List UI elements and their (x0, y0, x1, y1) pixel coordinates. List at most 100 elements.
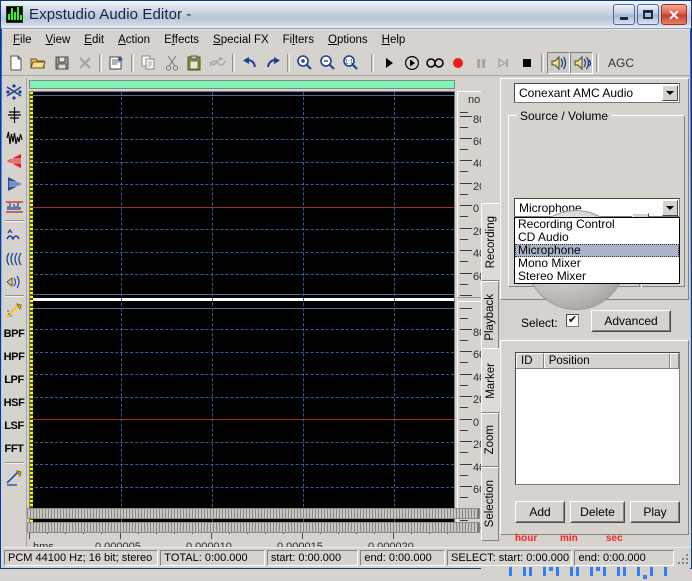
loop-icon[interactable] (423, 52, 446, 74)
ruler-tick (460, 116, 472, 117)
minimize-button[interactable] (613, 4, 635, 25)
fade-out-icon[interactable] (3, 172, 26, 195)
tab-zoom[interactable]: Zoom (481, 413, 499, 467)
properties-icon[interactable] (105, 52, 128, 74)
ruler-tick (460, 239, 468, 240)
marker-list[interactable]: ID Position (515, 352, 680, 485)
echo-icon[interactable] (3, 224, 26, 247)
ruler-tick (460, 149, 468, 150)
marker-col-id[interactable]: ID (516, 353, 544, 368)
new-icon[interactable] (4, 52, 27, 74)
play-step-icon[interactable] (492, 52, 515, 74)
equalizer-icon[interactable] (3, 195, 26, 218)
fade-in-icon[interactable] (3, 149, 26, 172)
tab-marker[interactable]: Marker (481, 348, 500, 413)
toolbar-separator (99, 53, 102, 72)
menu-action[interactable]: Action (111, 32, 157, 48)
menu-options[interactable]: Options (321, 32, 375, 48)
device-combo-arrow[interactable] (662, 85, 678, 101)
copy-icon[interactable] (137, 52, 160, 74)
zoom-full-icon[interactable]: 1:1 (339, 52, 362, 74)
dropdown-option[interactable]: Stereo Mixer (515, 270, 679, 283)
lsf-button[interactable]: LSF (3, 414, 26, 437)
close-file-icon[interactable] (73, 52, 96, 74)
play-all-icon[interactable] (400, 52, 423, 74)
waveform-channel-left (30, 92, 454, 297)
waveform-hscrollbar-bottom[interactable] (27, 522, 480, 533)
grid-line (30, 139, 454, 140)
source-combo-arrow[interactable] (662, 199, 678, 216)
playback-cursor[interactable] (30, 92, 33, 527)
mix-paste-icon[interactable] (206, 52, 229, 74)
zoom-out-icon[interactable] (316, 52, 339, 74)
tab-selection[interactable]: Selection (481, 467, 499, 541)
record-icon[interactable] (446, 52, 469, 74)
pause-icon[interactable] (469, 52, 492, 74)
ruler-tick (460, 295, 472, 296)
waveform-display[interactable] (29, 91, 455, 528)
led-segment-6 (653, 576, 664, 579)
scrollbar-thumb[interactable] (28, 523, 479, 532)
grid-line (121, 92, 122, 527)
lpf-button[interactable]: LPF (3, 368, 26, 391)
app-waveform-icon (6, 6, 23, 23)
menu-view[interactable]: View (39, 32, 78, 48)
resize-grip-icon[interactable] (675, 551, 689, 565)
title-bar: Expstudio Audio Editor - ✕ (1, 1, 691, 29)
marker-add-button[interactable]: Add (515, 501, 565, 523)
ruler-tick (460, 171, 468, 172)
hpf-button[interactable]: HPF (3, 345, 26, 368)
menu-edit[interactable]: Edit (77, 32, 111, 48)
open-icon[interactable] (27, 52, 50, 74)
select-checkbox[interactable]: ✔ (566, 314, 579, 327)
tab-zoom-label: Zoom (484, 425, 496, 455)
waveform-panel: norm 80 60 40 20 0 (27, 78, 502, 556)
fft-button[interactable]: FFT (3, 437, 26, 460)
save-icon[interactable] (50, 52, 73, 74)
paste-icon[interactable] (183, 52, 206, 74)
device-combo[interactable]: Conexant AMC Audio (514, 83, 680, 103)
envelope-icon[interactable] (3, 126, 26, 149)
menu-special-fx[interactable]: Special FX (206, 32, 276, 48)
grid-line (394, 92, 395, 527)
tab-playback[interactable]: Playback (481, 281, 499, 353)
scrollbar-thumb[interactable] (28, 509, 479, 518)
volume-up-icon[interactable] (570, 51, 593, 74)
zoom-in-icon[interactable] (293, 52, 316, 74)
marker-play-button[interactable]: Play (630, 501, 680, 523)
cut-icon[interactable] (160, 52, 183, 74)
status-select-start: SELECT: start: 0:00.000 (447, 549, 573, 566)
hsf-button[interactable]: HSF (3, 391, 26, 414)
menu-filters[interactable]: Filters (276, 32, 321, 48)
source-dropdown-list[interactable]: Recording Control CD Audio Microphone Mo… (514, 217, 680, 284)
menu-file[interactable]: File (6, 32, 39, 48)
undo-icon[interactable] (238, 52, 261, 74)
normalize-icon[interactable] (3, 80, 26, 103)
grid-line (30, 487, 454, 488)
amplify-icon[interactable] (3, 103, 26, 126)
stop-icon[interactable] (515, 52, 538, 74)
led-segment-6 (512, 576, 523, 579)
reverb-icon[interactable] (3, 247, 26, 270)
play-icon[interactable] (377, 52, 400, 74)
waveform-hscrollbar-top[interactable] (27, 508, 480, 519)
close-button[interactable]: ✕ (661, 4, 687, 25)
marker-delete-button[interactable]: Delete (570, 501, 625, 523)
maximize-button[interactable] (637, 4, 659, 25)
bpf-button[interactable]: BPF (3, 322, 26, 345)
agc-label[interactable]: AGC (602, 56, 634, 70)
menu-effects[interactable]: Effects (157, 32, 206, 48)
pencil-edit-icon[interactable] (3, 466, 26, 489)
redo-icon[interactable] (261, 52, 284, 74)
marker-col-position[interactable]: Position (543, 353, 671, 368)
silence-icon[interactable] (3, 299, 26, 322)
advanced-button[interactable]: Advanced (591, 310, 671, 332)
volume-down-icon[interactable] (547, 51, 570, 74)
toolbar-separator (287, 53, 290, 72)
menu-help[interactable]: Help (375, 32, 413, 48)
tab-recording-label: Recording (484, 215, 497, 269)
tab-recording[interactable]: Recording (481, 203, 500, 281)
noise-reduction-icon[interactable] (3, 270, 26, 293)
minimize-icon (620, 16, 628, 20)
close-icon: ✕ (668, 6, 680, 23)
